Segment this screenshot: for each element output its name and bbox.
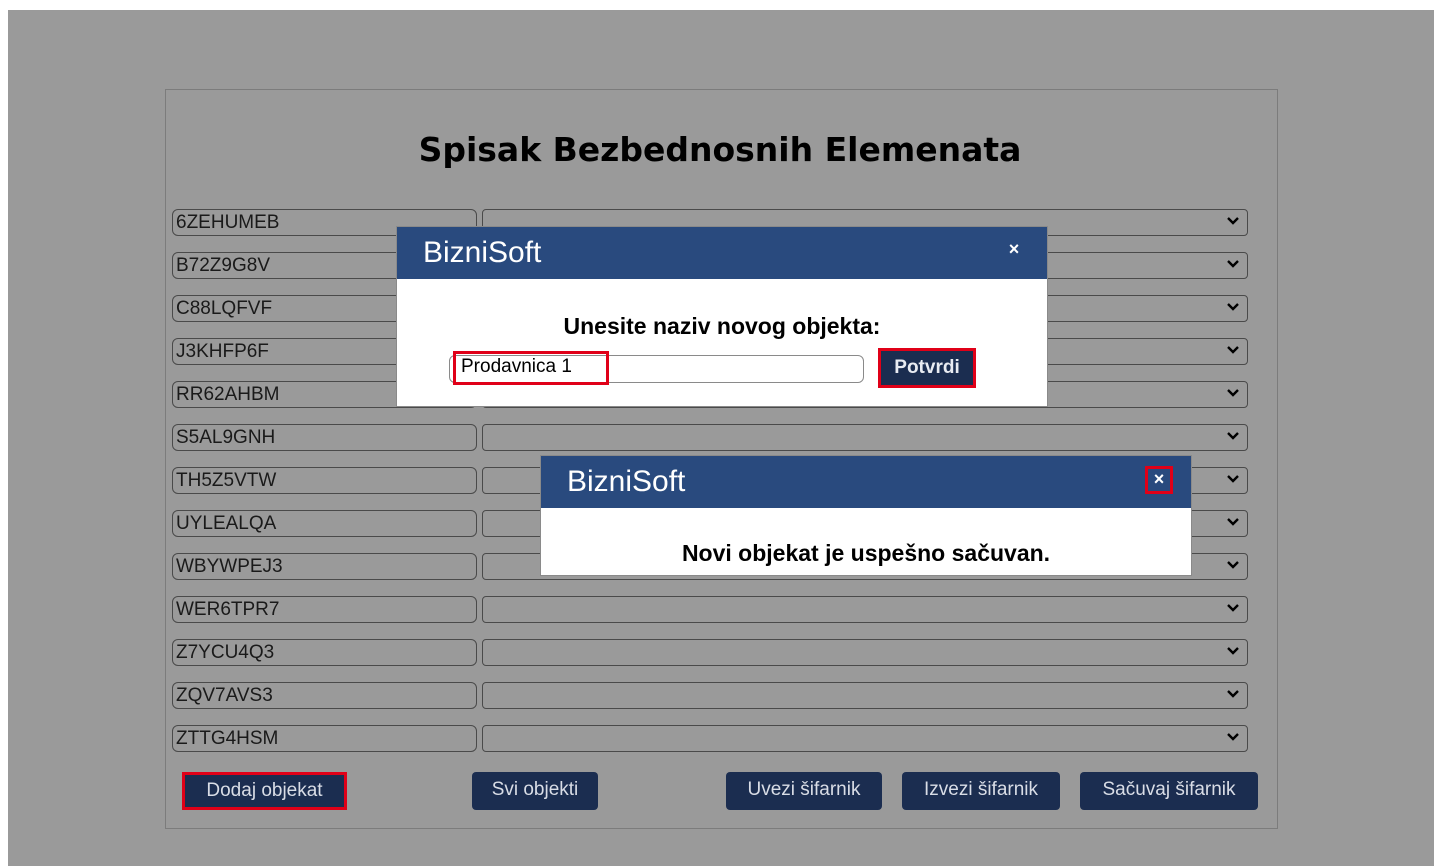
element-code-field[interactable]: ZQV7AVS3 [172,682,477,709]
add-object-button[interactable]: Dodaj objekat [182,772,347,810]
object-select[interactable] [482,596,1248,623]
success-message: Novi objekat je uspešno sačuvan. [681,540,1051,566]
chevron-down-icon [1227,733,1239,741]
chevron-down-icon [1227,260,1239,268]
object-select[interactable] [482,725,1248,752]
element-code-field[interactable]: TH5Z5VTW [172,467,477,494]
element-code-field[interactable]: WBYWPEJ3 [172,553,477,580]
success-dialog: BizniSoft × Novi objekat je uspešno saču… [541,456,1191,575]
chevron-down-icon [1227,604,1239,612]
element-row: S5AL9GNH [172,424,1249,452]
element-row: ZQV7AVS3 [172,682,1249,710]
save-button[interactable]: Sačuvaj šifarnik [1080,772,1258,810]
chevron-down-icon [1227,389,1239,397]
export-button[interactable]: Izvezi šifarnik [902,772,1060,810]
chevron-down-icon [1227,561,1239,569]
element-row: Z7YCU4Q3 [172,639,1249,667]
dialog-header: BizniSoft × [397,227,1047,279]
dialog-header: BizniSoft × [541,456,1191,508]
chevron-down-icon [1227,647,1239,655]
element-code-field[interactable]: S5AL9GNH [172,424,477,451]
input-highlight [453,351,609,385]
all-objects-button[interactable]: Svi objekti [472,772,598,810]
page-title: Spisak Bezbednosnih Elemenata [418,130,1022,169]
element-code-field[interactable]: WER6TPR7 [172,596,477,623]
close-icon[interactable]: × [1003,239,1025,261]
chevron-down-icon [1227,690,1239,698]
new-object-dialog: BizniSoft × Unesite naziv novog objekta:… [397,227,1047,406]
import-button[interactable]: Uvezi šifarnik [726,772,882,810]
element-row: ZTTG4HSM [172,725,1249,753]
element-code-field[interactable]: UYLEALQA [172,510,477,537]
dialog-prompt: Unesite naziv novog objekta: [563,313,881,339]
object-select[interactable] [482,682,1248,709]
confirm-button[interactable]: Potvrdi [878,348,976,388]
element-code-field[interactable]: ZTTG4HSM [172,725,477,752]
chevron-down-icon [1227,217,1239,225]
chevron-down-icon [1227,432,1239,440]
close-icon[interactable]: × [1145,466,1173,494]
chevron-down-icon [1227,303,1239,311]
object-select[interactable] [482,639,1248,666]
element-row: WER6TPR7 [172,596,1249,624]
dialog-title: BizniSoft [567,465,686,498]
chevron-down-icon [1227,518,1239,526]
dialog-title: BizniSoft [423,236,542,269]
element-code-field[interactable]: Z7YCU4Q3 [172,639,477,666]
object-select[interactable] [482,424,1248,451]
chevron-down-icon [1227,346,1239,354]
chevron-down-icon [1227,475,1239,483]
